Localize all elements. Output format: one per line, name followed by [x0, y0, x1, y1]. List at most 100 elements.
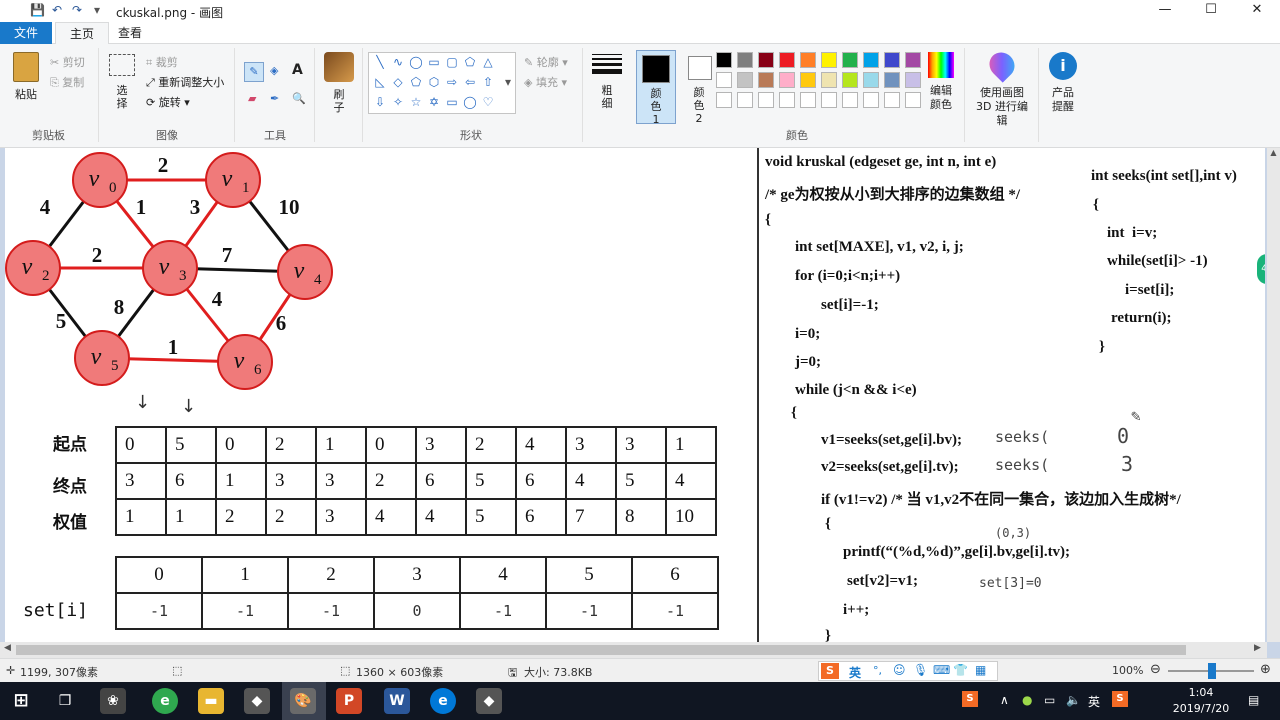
paint-app-icon[interactable]: 🎨: [290, 688, 316, 714]
shapes-scroll-icon[interactable]: ▾: [501, 75, 515, 89]
diamond-shape-icon[interactable]: ◇: [391, 75, 405, 89]
redo-icon[interactable]: ↷: [72, 3, 82, 17]
ime-language[interactable]: 英: [849, 664, 861, 681]
crop-button[interactable]: ⌗ 裁剪: [146, 54, 178, 70]
outline-button[interactable]: ✎ 轮廓 ▾: [524, 54, 568, 70]
word-icon[interactable]: W: [384, 688, 410, 714]
size-button[interactable]: 粗细: [590, 54, 624, 110]
tab-view[interactable]: 查看: [104, 22, 156, 44]
color-swatch[interactable]: [800, 72, 816, 88]
heart-shape-icon[interactable]: ♡: [481, 95, 495, 109]
file-explorer-icon[interactable]: ▬: [198, 688, 224, 714]
color-swatch[interactable]: [758, 52, 774, 68]
scroll-right-icon[interactable]: ▶: [1254, 643, 1261, 653]
eraser-tool-icon[interactable]: ▰: [248, 92, 256, 105]
horizontal-scrollbar[interactable]: ◀ ▶: [0, 642, 1267, 658]
zoom-slider-thumb[interactable]: [1208, 663, 1216, 679]
color-swatch[interactable]: [779, 72, 795, 88]
custom-color-swatch[interactable]: [863, 92, 879, 108]
app-icon-3[interactable]: ◆: [476, 688, 502, 714]
vertical-scrollbar[interactable]: ▲: [1267, 148, 1280, 642]
fill-button[interactable]: ◈ 填充 ▾: [524, 74, 567, 90]
color-swatch[interactable]: [737, 72, 753, 88]
custom-color-swatch[interactable]: [884, 92, 900, 108]
custom-color-swatch[interactable]: [758, 92, 774, 108]
right-triangle-shape-icon[interactable]: ◺: [373, 75, 387, 89]
sogou-tray-icon[interactable]: S: [1112, 691, 1128, 707]
color-swatch[interactable]: [905, 52, 921, 68]
sogou-icon[interactable]: S: [821, 663, 839, 679]
rotate-button[interactable]: ⟳ 旋转 ▾: [146, 94, 190, 110]
scroll-up-icon[interactable]: ▲: [1267, 148, 1280, 157]
tab-file[interactable]: 文件: [0, 22, 52, 44]
resize-button[interactable]: ⤢ 重新调整大小: [146, 74, 224, 90]
ime-voice-icon[interactable]: 🎙: [913, 663, 928, 677]
callout-oval-icon[interactable]: ◯: [463, 95, 477, 109]
hexagon-shape-icon[interactable]: ⬡: [427, 75, 441, 89]
tray-app-icon[interactable]: ●: [1022, 693, 1032, 707]
network-icon[interactable]: ▭: [1044, 693, 1055, 707]
four-point-star-icon[interactable]: ✧: [391, 95, 405, 109]
color-swatch[interactable]: [884, 52, 900, 68]
triangle-shape-icon[interactable]: △: [481, 55, 495, 69]
color-swatch[interactable]: [800, 52, 816, 68]
curve-shape-icon[interactable]: ∿: [391, 55, 405, 69]
left-arrow-shape-icon[interactable]: ⇦: [463, 75, 477, 89]
horizontal-scroll-thumb[interactable]: [16, 645, 1186, 655]
brushes-button[interactable]: 刷子: [322, 52, 356, 114]
edit-colors-button[interactable]: 编辑颜色: [926, 52, 956, 112]
up-arrow-shape-icon[interactable]: ⇧: [481, 75, 495, 89]
custom-color-swatch[interactable]: [716, 92, 732, 108]
pencil-tool-icon[interactable]: ✎: [244, 62, 264, 82]
ime-punctuation-icon[interactable]: °,: [873, 664, 882, 677]
cut-button[interactable]: ✂ 剪切: [50, 54, 85, 70]
color-swatch[interactable]: [716, 52, 732, 68]
powerpoint-icon[interactable]: P: [336, 688, 362, 714]
ime-emoji-icon[interactable]: ☺: [893, 663, 906, 677]
app-icon-1[interactable]: ❀: [100, 688, 126, 714]
color-swatch[interactable]: [863, 52, 879, 68]
magnifier-icon[interactable]: 🔍: [292, 92, 306, 105]
tab-home[interactable]: 主页: [55, 22, 110, 44]
app-icon-2[interactable]: ◆: [244, 688, 270, 714]
custom-color-swatch[interactable]: [800, 92, 816, 108]
color-swatch[interactable]: [779, 52, 795, 68]
right-arrow-shape-icon[interactable]: ⇨: [445, 75, 459, 89]
zoom-in-button[interactable]: ⊕: [1260, 662, 1271, 677]
rounded-rect-shape-icon[interactable]: ▢: [445, 55, 459, 69]
fill-tool-icon[interactable]: ◈: [270, 64, 278, 77]
close-button[interactable]: ✕: [1234, 0, 1280, 22]
color-swatch[interactable]: [905, 72, 921, 88]
edge-icon[interactable]: e: [430, 688, 456, 714]
paint3d-button[interactable]: 使用画图 3D 进行编辑: [972, 47, 1032, 128]
pentagon-shape-icon[interactable]: ⬠: [409, 75, 423, 89]
side-chat-bubble-icon[interactable]: 45: [1257, 254, 1265, 284]
maximize-button[interactable]: ☐: [1188, 0, 1234, 22]
tray-ime-language[interactable]: 英: [1088, 693, 1100, 710]
color-swatch[interactable]: [884, 72, 900, 88]
shapes-gallery[interactable]: ╲ ∿ ◯ ▭ ▢ ⬠ △ ◺ ◇ ⬠ ⬡ ⇨ ⇦ ⇧ ⇩ ✧ ☆ ✡ ▭ ◯ …: [368, 52, 516, 114]
polygon-shape-icon[interactable]: ⬠: [463, 55, 477, 69]
save-icon[interactable]: 💾: [30, 3, 45, 17]
color-swatch[interactable]: [842, 72, 858, 88]
color-swatch[interactable]: [842, 52, 858, 68]
oval-shape-icon[interactable]: ◯: [409, 55, 423, 69]
custom-color-swatch[interactable]: [737, 92, 753, 108]
ime-keyboard-icon[interactable]: ⌨: [933, 663, 950, 677]
custom-color-swatch[interactable]: [905, 92, 921, 108]
rectangle-shape-icon[interactable]: ▭: [427, 55, 441, 69]
windows-start-icon[interactable]: ⊞: [8, 688, 34, 714]
notification-icon[interactable]: ▤: [1248, 693, 1259, 707]
color-swatch[interactable]: [758, 72, 774, 88]
callout-rect-icon[interactable]: ▭: [445, 95, 459, 109]
clock[interactable]: 1:04 2019/7/20: [1166, 685, 1236, 717]
five-point-star-icon[interactable]: ☆: [409, 95, 423, 109]
zoom-out-button[interactable]: ⊖: [1150, 662, 1161, 677]
custom-color-swatch[interactable]: [821, 92, 837, 108]
drawing-canvas[interactable]: 2 4 1 3 10 2 7 8 4 5 6 1 v0v1v2v3v4v5v6 ↓ ↓ 起点 终点 权…: [5, 148, 1265, 642]
select-button[interactable]: 选择: [108, 54, 136, 110]
color-swatch[interactable]: [863, 72, 879, 88]
quick-access-dropdown-icon[interactable]: ▾: [94, 3, 100, 17]
volume-icon[interactable]: 🔈: [1066, 693, 1081, 707]
sogou-tray-icon[interactable]: S: [962, 691, 978, 707]
